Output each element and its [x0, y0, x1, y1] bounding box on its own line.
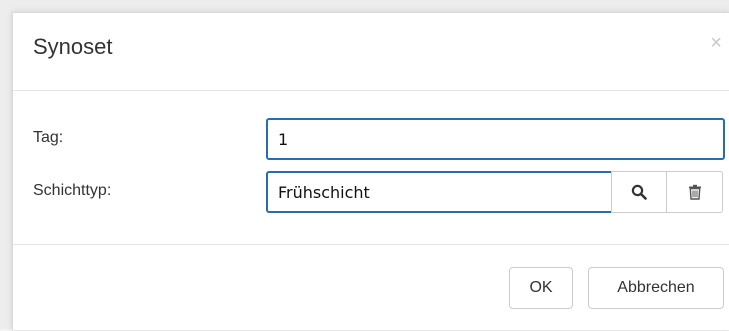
form-row-schichttyp: Schichttyp:	[13, 171, 729, 213]
dialog-footer: OK Abbrechen	[13, 244, 729, 331]
search-icon	[631, 184, 647, 200]
tag-input[interactable]	[266, 118, 725, 160]
search-button[interactable]	[611, 171, 667, 213]
synoset-dialog: Synoset × Tag: Schichttyp: OK	[12, 12, 729, 330]
ok-button[interactable]: OK	[509, 267, 573, 309]
form-row-tag: Tag:	[13, 118, 729, 160]
schichttyp-input[interactable]	[266, 171, 613, 213]
tag-label: Tag:	[33, 129, 64, 146]
dialog-title: Synoset	[33, 34, 113, 59]
dialog-header: Synoset ×	[13, 13, 729, 91]
cancel-button[interactable]: Abbrechen	[588, 267, 724, 309]
delete-button[interactable]	[666, 171, 723, 213]
trash-icon	[688, 184, 701, 200]
schichttyp-label: Schichttyp:	[33, 182, 112, 199]
close-button[interactable]: ×	[710, 33, 722, 53]
